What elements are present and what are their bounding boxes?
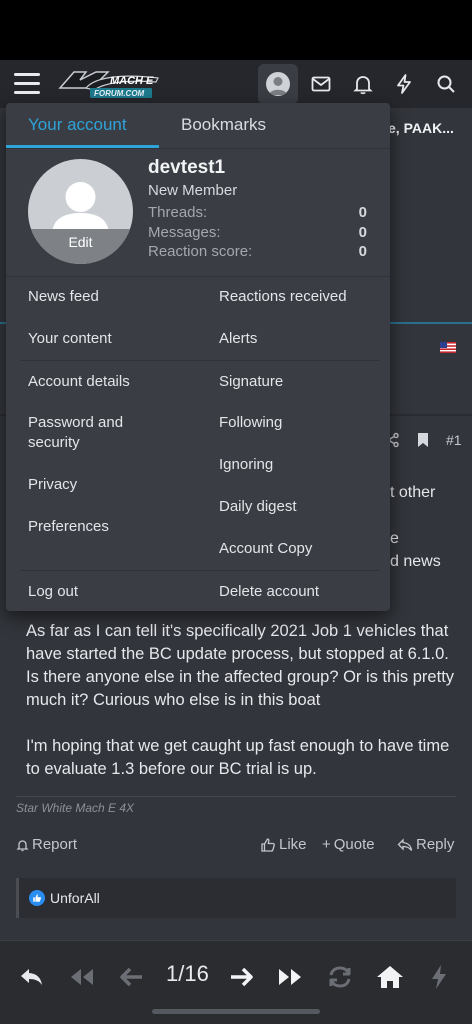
tab-bookmarks[interactable]: Bookmarks: [181, 115, 266, 135]
avatar-edit-button[interactable]: Edit: [28, 229, 133, 264]
inbox-icon[interactable]: [309, 72, 333, 96]
signature-divider: [16, 796, 456, 797]
previous-page-icon[interactable]: [118, 963, 146, 991]
menu-divider: [20, 570, 380, 571]
reply-button[interactable]: Reply: [397, 836, 454, 853]
stat-reaction-score: Reaction score: 0: [148, 243, 367, 260]
top-navigation-bar: FORUM.COM MACH E: [0, 60, 472, 108]
post-text-fragment: d news: [390, 553, 441, 570]
like-button[interactable]: Like: [260, 836, 307, 853]
tab-your-account[interactable]: Your account: [28, 115, 127, 135]
search-icon[interactable]: [434, 72, 458, 96]
menu-tabs: Your account Bookmarks: [6, 103, 390, 149]
menu-item-privacy[interactable]: Privacy: [28, 475, 77, 495]
post-tools: #1: [384, 430, 462, 450]
thumbs-up-icon: [261, 837, 275, 852]
bolt-icon[interactable]: [392, 72, 416, 96]
reaction-user[interactable]: UnforAll: [50, 890, 100, 906]
menu-item-account-copy[interactable]: Account Copy: [219, 539, 312, 559]
home-icon[interactable]: [376, 963, 404, 991]
like-reaction-icon: [29, 890, 45, 906]
hamburger-menu-icon[interactable]: [14, 73, 40, 95]
menu-item-daily-digest[interactable]: Daily digest: [219, 497, 297, 517]
us-flag-icon: [440, 342, 456, 353]
post-actions: Report Like + Quote Reply: [16, 836, 456, 858]
menu-item-ignoring[interactable]: Ignoring: [219, 455, 273, 475]
post-text-fragment: t other: [390, 484, 436, 501]
avatar[interactable]: Edit: [28, 159, 133, 264]
account-avatar-button[interactable]: [258, 64, 298, 104]
active-tab-indicator: [6, 145, 159, 148]
reactions-bar[interactable]: UnforAll: [16, 878, 456, 918]
svg-text:MACH E: MACH E: [110, 75, 154, 87]
post-paragraph: I'm hoping that we get caught up fast en…: [26, 737, 450, 778]
back-reply-icon[interactable]: [18, 963, 46, 991]
menu-divider: [20, 360, 380, 361]
menu-item-following[interactable]: Following: [219, 413, 282, 433]
menu-item-your-content[interactable]: Your content: [28, 329, 112, 349]
account-avatar-icon: [266, 72, 290, 96]
home-indicator: [152, 1009, 320, 1014]
post-number[interactable]: #1: [446, 432, 462, 448]
bookmark-icon[interactable]: [416, 432, 430, 448]
quote-button[interactable]: + Quote: [322, 836, 375, 853]
post-paragraph: As far as I can tell it's specifically 2…: [26, 622, 455, 709]
svg-text:FORUM.COM: FORUM.COM: [94, 89, 145, 98]
menu-item-news-feed[interactable]: News feed: [28, 287, 99, 307]
bell-icon[interactable]: [351, 72, 375, 96]
menu-item-reactions-received[interactable]: Reactions received: [219, 287, 347, 307]
post-text-fragment: e: [390, 530, 399, 547]
thread-title-fragment[interactable]: e, PAAK...: [388, 120, 454, 136]
status-bar: [0, 0, 472, 60]
username[interactable]: devtest1: [148, 157, 225, 179]
account-dropdown-menu: Your account Bookmarks Edit devtest1 New…: [6, 103, 390, 611]
profile-summary: Edit devtest1 New Member Threads: 0 Mess…: [6, 149, 390, 277]
first-page-icon[interactable]: [68, 963, 96, 991]
stat-messages: Messages: 0: [148, 224, 367, 241]
menu-item-account-details[interactable]: Account details: [28, 372, 130, 392]
plus-icon: +: [322, 836, 331, 853]
next-page-icon[interactable]: [227, 963, 255, 991]
page-indicator[interactable]: 1/16: [166, 961, 209, 987]
post-body: As far as I can tell it's specifically 2…: [26, 620, 456, 804]
whats-new-bolt-icon[interactable]: [425, 963, 453, 991]
menu-item-alerts[interactable]: Alerts: [219, 329, 257, 349]
menu-divider: [6, 276, 390, 277]
last-page-icon[interactable]: [276, 963, 304, 991]
log-out-button[interactable]: Log out: [28, 582, 78, 602]
site-logo[interactable]: FORUM.COM MACH E: [56, 66, 162, 102]
user-title: New Member: [148, 182, 238, 199]
bottom-navigation: 1/16: [0, 940, 472, 1024]
menu-item-preferences[interactable]: Preferences: [28, 517, 109, 537]
menu-item-password-security[interactable]: Password and security: [28, 413, 168, 453]
refresh-icon[interactable]: [326, 963, 354, 991]
delete-account-button[interactable]: Delete account: [219, 582, 319, 602]
post-signature: Star White Mach E 4X: [16, 801, 135, 815]
stat-threads: Threads: 0: [148, 204, 367, 221]
menu-item-signature[interactable]: Signature: [219, 372, 283, 392]
report-button[interactable]: Report: [16, 836, 77, 853]
reply-icon: [397, 837, 413, 851]
bell-icon: [16, 839, 29, 851]
